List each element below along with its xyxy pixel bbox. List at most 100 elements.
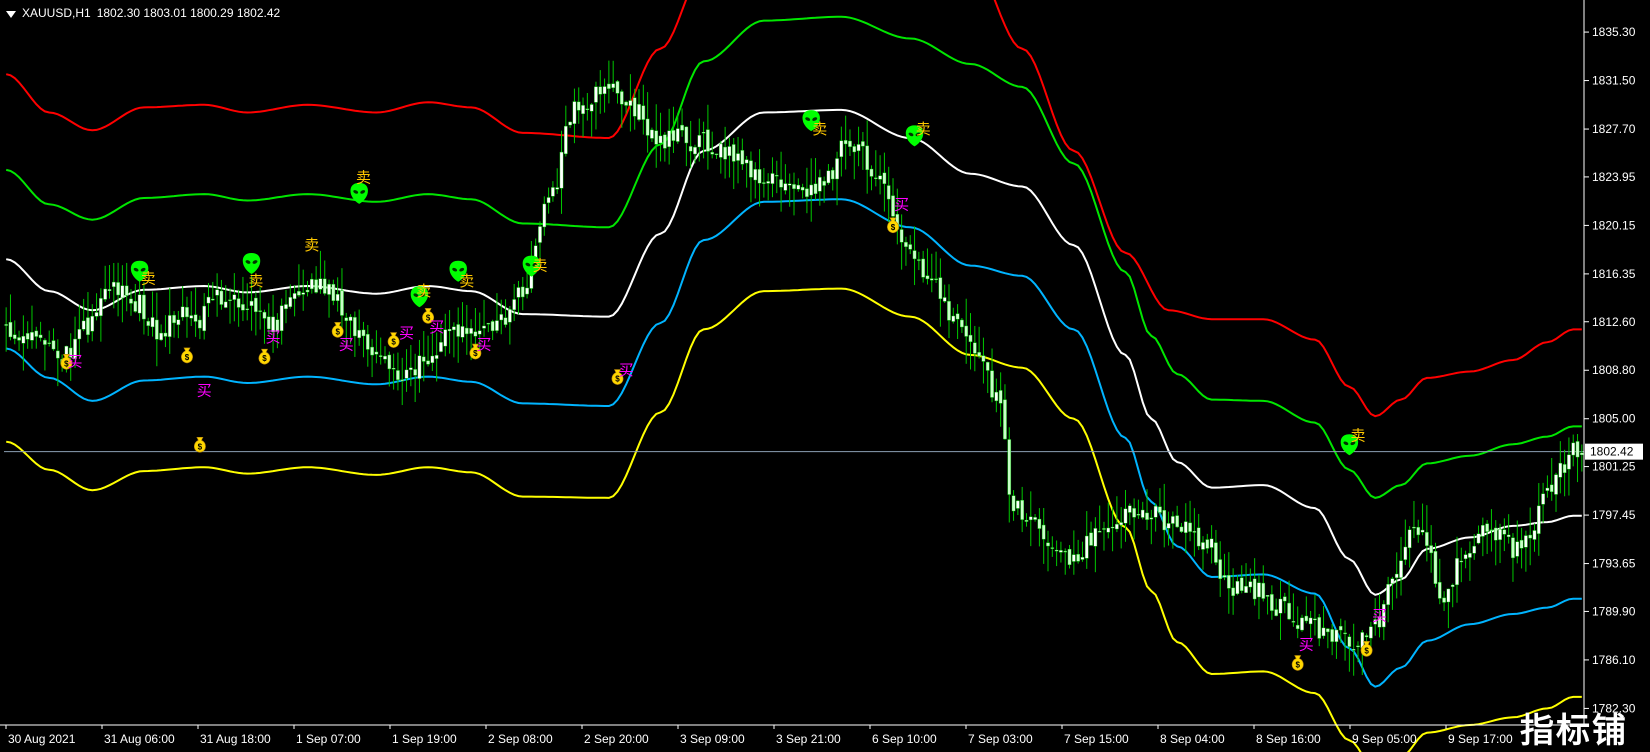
candle-body	[1080, 557, 1085, 560]
candle	[357, 309, 361, 346]
candle-body	[434, 355, 439, 359]
candle-body	[51, 340, 56, 350]
candle	[1287, 580, 1291, 621]
candle-body	[1231, 587, 1235, 596]
candle-body	[1132, 508, 1136, 518]
candle	[51, 328, 56, 351]
chart-window[interactable]: XAUUSD,H1 1802.30 1803.01 1800.29 1802.4…	[0, 0, 1650, 752]
x-tick-label: 3 Sep 09:00	[680, 732, 745, 746]
candle-body	[1485, 523, 1489, 532]
candle-body	[964, 325, 969, 337]
candle-body	[1351, 649, 1356, 651]
candle	[1433, 542, 1438, 588]
candle-body	[344, 317, 349, 321]
candle-body	[266, 316, 271, 330]
x-tick-label: 1 Sep 19:00	[392, 732, 457, 746]
candle-body	[1519, 539, 1524, 549]
candle-body	[951, 315, 956, 322]
candle	[86, 292, 90, 343]
candle-body	[564, 125, 568, 155]
candle-body	[1136, 514, 1141, 516]
buy-signal-label: 买	[619, 362, 634, 379]
candle	[404, 349, 409, 392]
candle	[1257, 574, 1261, 620]
candle-body	[176, 319, 181, 325]
candle	[602, 78, 607, 113]
candle	[856, 126, 861, 167]
candle-body	[1369, 626, 1373, 639]
candle-body	[499, 314, 504, 321]
candle-body	[1248, 581, 1253, 588]
candle	[1054, 540, 1059, 567]
candle-body	[90, 315, 95, 332]
candle-body	[146, 321, 151, 326]
candle-body	[628, 100, 633, 106]
candle-body	[1128, 505, 1132, 513]
candle-body	[512, 299, 516, 311]
candle-body	[172, 314, 176, 324]
candle	[744, 155, 749, 188]
candle-body	[899, 229, 904, 243]
candle-body	[86, 317, 90, 335]
y-tick-label: 1816.35	[1592, 267, 1636, 281]
money-bag-icon: $	[1291, 655, 1304, 671]
candle-body	[658, 135, 663, 144]
candle	[1407, 526, 1412, 568]
candle-body	[107, 289, 112, 292]
candle-body	[908, 244, 913, 250]
candle	[826, 164, 831, 185]
candle	[951, 307, 956, 324]
candle	[1162, 483, 1167, 548]
x-tick-label: 9 Sep 05:00	[1352, 732, 1417, 746]
candle	[202, 293, 206, 340]
y-tick-label: 1812.60	[1592, 315, 1636, 329]
candle	[1248, 568, 1253, 593]
candle-body	[843, 140, 848, 145]
candle	[215, 273, 219, 317]
candle-body	[21, 336, 26, 344]
candle-body	[1149, 517, 1154, 520]
candle	[589, 102, 594, 137]
candle	[331, 279, 336, 306]
candle	[1446, 588, 1451, 629]
candle	[684, 126, 689, 167]
candle-body	[525, 287, 529, 295]
candle	[434, 332, 439, 382]
candle-body	[921, 258, 925, 278]
candle	[981, 337, 986, 384]
candle	[680, 108, 684, 137]
candle-body	[211, 298, 215, 301]
candle	[1485, 520, 1489, 554]
candle	[973, 325, 977, 372]
candle-body	[30, 332, 34, 341]
candle-body	[904, 241, 908, 247]
candle	[1502, 518, 1507, 552]
candle-body	[650, 129, 654, 139]
signal-markers-group: 卖卖卖卖卖卖卖卖 卖卖$买 $买$$买 $买 $ 买$买$买$买$买$买 $买	[60, 110, 1387, 671]
candle-body	[1567, 454, 1571, 470]
candle-body	[1571, 442, 1576, 456]
candle	[985, 361, 990, 394]
candle-body	[331, 284, 336, 301]
candle-body	[1321, 627, 1326, 637]
x-tick-label: 7 Sep 03:00	[968, 732, 1033, 746]
money-bag-icon: $	[181, 347, 193, 364]
candle-body	[1502, 529, 1507, 535]
candle-body	[387, 354, 392, 370]
candle	[1580, 444, 1584, 472]
candle	[1252, 558, 1257, 606]
candle-body	[542, 203, 547, 228]
candle-body	[43, 339, 47, 345]
candle-body	[538, 226, 542, 243]
candle	[731, 138, 736, 190]
candle-body	[865, 145, 869, 170]
candle-body	[167, 315, 172, 337]
candle-body	[1399, 560, 1403, 578]
price-chart-svg[interactable]: 卖卖卖卖卖卖卖卖 卖卖$买 $买$$买 $买 $ 买$买$买$买$买$买 $买 1835.3…	[0, 0, 1650, 752]
candle	[830, 167, 835, 191]
money-bag-icon: $	[193, 436, 206, 453]
x-tick-label: 31 Aug 18:00	[200, 732, 271, 746]
candle	[585, 92, 590, 121]
candle-body	[641, 105, 646, 120]
buy-signal-label: 买	[339, 337, 354, 354]
